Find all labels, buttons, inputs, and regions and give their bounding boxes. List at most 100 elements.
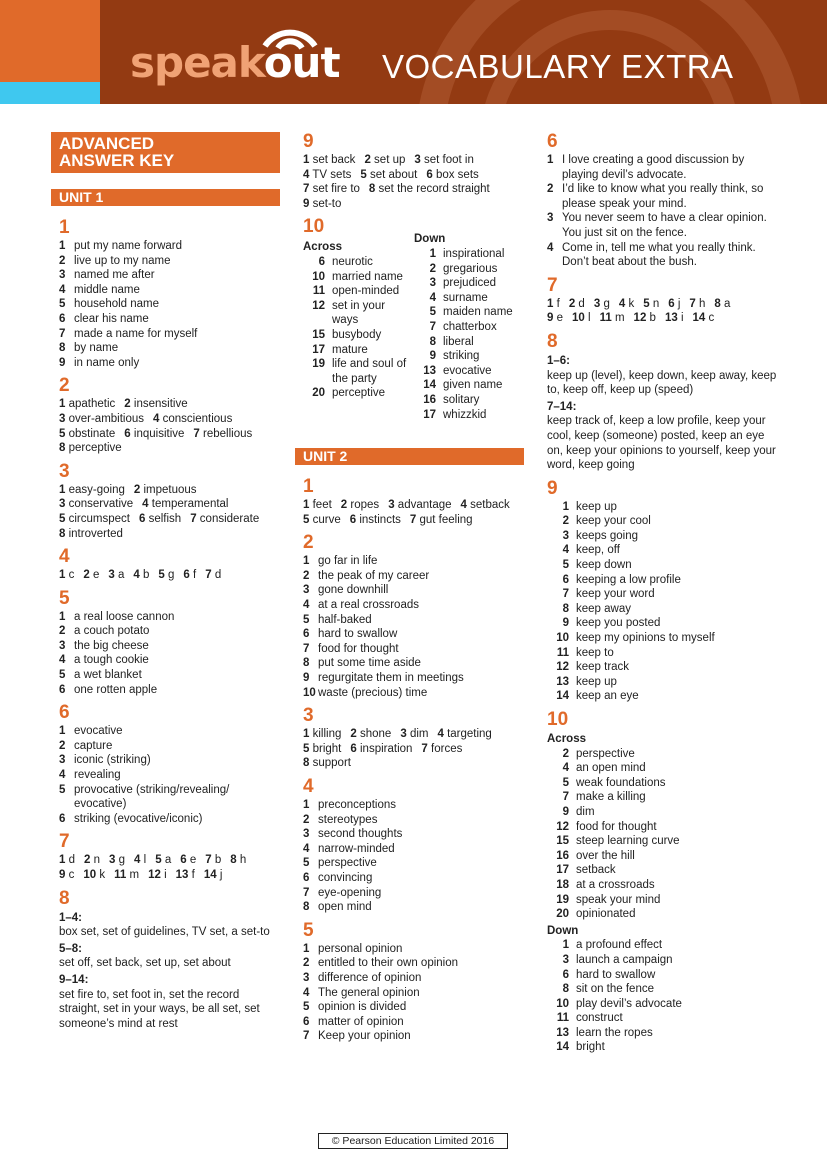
item-text: at a crossroads	[576, 878, 655, 891]
item-text: life and soul of the party	[332, 358, 407, 385]
item-text: open-minded	[332, 285, 400, 298]
item-text: impetuous	[143, 483, 197, 496]
item-number: 5	[158, 569, 165, 582]
list-item: 3 named me after	[59, 268, 281, 283]
item-number: 4	[618, 297, 626, 310]
item-text: d	[214, 569, 222, 582]
item-text: h	[239, 854, 247, 867]
list-item: 10 married name	[303, 270, 414, 285]
answer-item: 2 e	[83, 569, 99, 581]
item-number: 9	[429, 350, 436, 363]
item-number: 13	[175, 869, 189, 881]
u2-ex2: 2 1 go far in life 2 the peak of my career 3 g…	[303, 533, 525, 700]
answer-item: 3 conservative	[59, 498, 133, 510]
u2-ex10: 10 Across 2 perspective 4 an open mind 5 weak …	[547, 710, 777, 1055]
list-item: 14 given name	[414, 378, 525, 393]
list-item: 10 waste (precious) time	[303, 686, 525, 701]
item-number: 6	[349, 513, 357, 526]
item-number: 10	[312, 270, 325, 283]
item-number: 7	[562, 791, 569, 804]
answer-line: 5 obstinate 6 inquisitive 7 rebellious	[59, 427, 281, 442]
item-number: 4	[460, 499, 467, 512]
item-number: 20	[556, 908, 569, 921]
u1-ex9: 9 1 set back 2 set up 3 set foot in 4 TV set…	[303, 132, 525, 211]
copyright-footer: © Pearson Education Limited 2016	[318, 1133, 508, 1149]
answer-item: 1 d	[59, 854, 75, 866]
item-text: keep your cool	[576, 515, 651, 528]
item-number: 15	[312, 328, 325, 341]
item-text: made a name for myself	[74, 327, 198, 340]
item-text: curve	[312, 513, 341, 526]
answer-item: 8 h	[230, 854, 246, 866]
item-text: Come in, tell me what you really think. …	[562, 241, 756, 269]
item-number: 5	[59, 298, 66, 311]
item-number: 17	[312, 343, 325, 356]
list-item: 8 sit on the fence	[547, 982, 777, 997]
item-text: f	[193, 569, 197, 582]
item-text: setback	[470, 499, 510, 512]
item-number: 12	[633, 312, 647, 325]
item-text: a	[117, 569, 125, 582]
item-text: hard to swallow	[576, 968, 656, 981]
item-number: 9	[59, 356, 66, 369]
list-item: 10 keep my opinions to myself	[547, 631, 777, 646]
item-text: named me after	[74, 269, 155, 282]
item-number: 6	[124, 427, 131, 440]
answer-item: 1 apathetic	[59, 398, 115, 410]
item-number: 2	[568, 297, 576, 310]
item-text: neurotic	[332, 255, 373, 268]
answer-item: 7 h	[689, 298, 705, 310]
item-text: set foot in	[423, 154, 474, 166]
item-number: 5	[303, 857, 310, 870]
answer-item: 10 l	[572, 312, 591, 324]
item-text: liberal	[443, 335, 474, 348]
answer-item: 3 over-ambitious	[59, 413, 144, 425]
item-number: 9	[562, 805, 569, 818]
item-number: 14	[203, 869, 217, 881]
item-number: 5	[360, 168, 367, 181]
answer-item: 14 j	[204, 869, 223, 881]
answer-item: 3 set foot in	[414, 154, 473, 166]
answer-item: 5 circumspect	[59, 513, 130, 525]
item-number: 9	[303, 672, 310, 685]
answer-item: 9 c	[59, 869, 74, 881]
answer-item: 4 targeting	[437, 728, 491, 740]
group-text: set off, set back, set up, set about	[59, 957, 231, 970]
item-number: 6	[426, 168, 433, 181]
item-number: 9	[562, 617, 569, 630]
list-item: 5 weak foundations	[547, 776, 777, 791]
item-text: convincing	[318, 871, 373, 884]
item-text: i	[164, 869, 167, 881]
answer-item: 4 setback	[461, 499, 510, 511]
answer-line: 3 conservative 4 temperamental	[59, 497, 281, 512]
item-text: keep my opinions to myself	[576, 632, 715, 645]
item-number: 4	[562, 762, 569, 775]
list-item: 6 hard to swallow	[303, 627, 525, 642]
item-text: selfish	[148, 512, 182, 525]
answer-line: 1 d2 n3 g4 l5 a6 e7 b8 h	[59, 853, 281, 868]
list-item: 20 opinionated	[547, 907, 777, 922]
item-number: 4	[562, 544, 569, 557]
list-item: 12 keep track	[547, 660, 777, 675]
answer-item: 13 i	[665, 312, 684, 324]
item-number: 16	[556, 849, 569, 862]
item-text: d	[68, 854, 76, 867]
list-item: 11 keep to	[547, 646, 777, 661]
item-number: 5	[59, 783, 66, 796]
answer-item: 5 bright	[303, 743, 341, 755]
item-text: I’d like to know what you really think, …	[562, 183, 764, 210]
item-number: 4	[134, 854, 141, 867]
group-range: 1–4:	[59, 911, 83, 924]
item-text: set up	[374, 154, 406, 166]
u2-ex1: 11 feet 2 ropes 3 advantage 4 setback 5 curv…	[303, 477, 525, 527]
item-text: inspiration	[360, 742, 413, 755]
item-text: perceptive	[68, 442, 122, 455]
answer-line: 1 apathetic 2 insensitive	[59, 397, 281, 412]
item-number: 9	[303, 197, 310, 210]
list-item: 17 whizzkid	[414, 408, 525, 423]
list-item: 5 opinion is divided	[303, 1000, 525, 1015]
item-number: 4	[153, 412, 160, 425]
list-item: 20 perceptive	[303, 386, 414, 401]
item-number: 5	[155, 854, 162, 867]
item-number: 6	[138, 512, 146, 525]
